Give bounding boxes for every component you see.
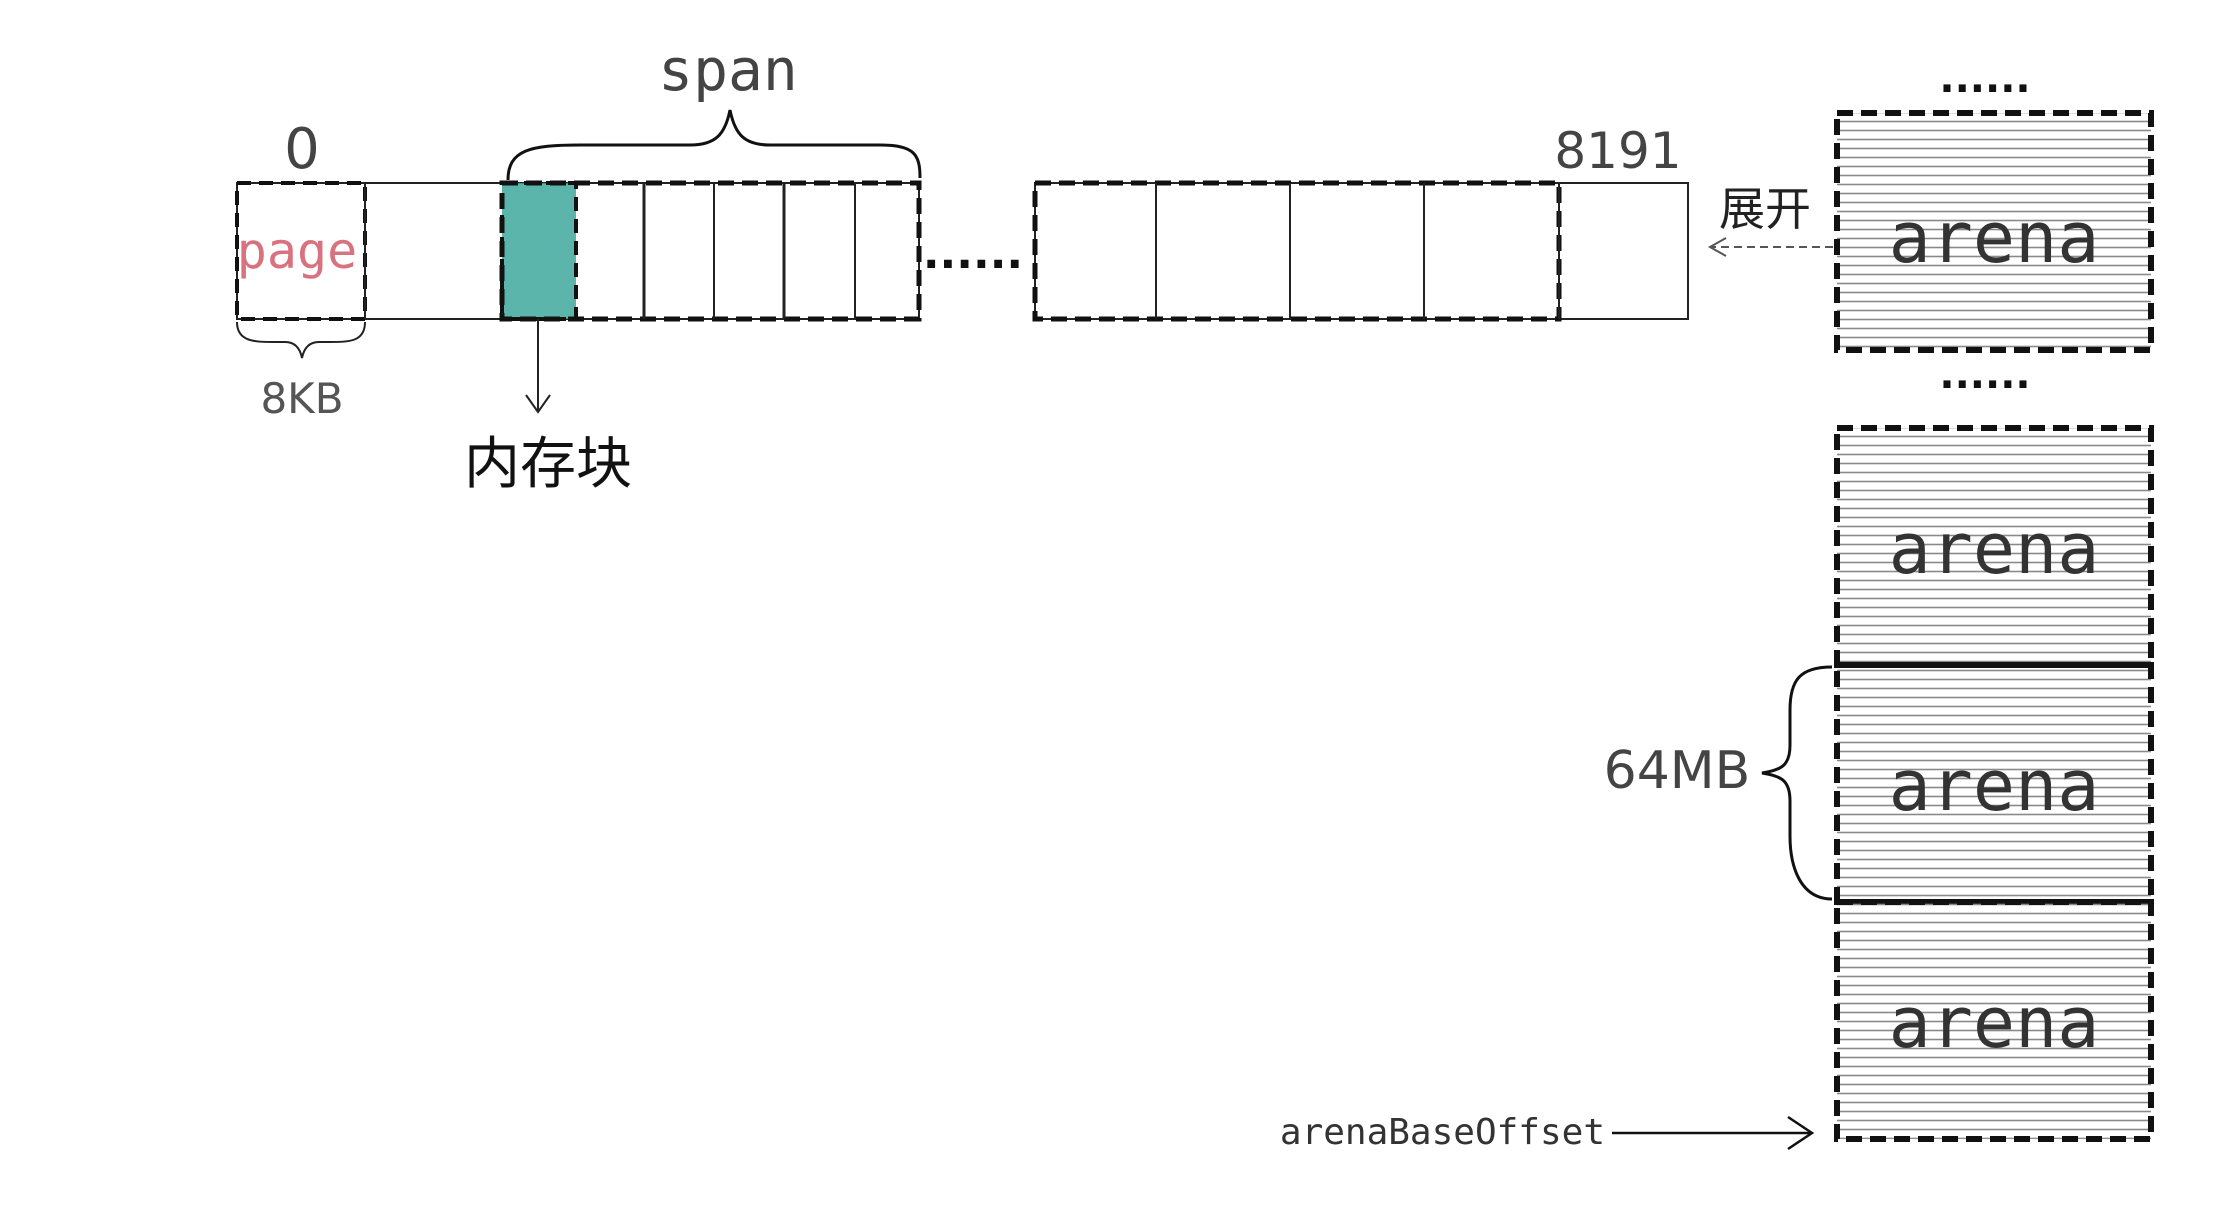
span-label: span <box>658 36 798 104</box>
start-index-label: 0 <box>284 117 320 182</box>
arena-label: arena <box>1889 982 2100 1064</box>
right-span-cells <box>1032 180 1562 322</box>
ellipsis-top: ...... <box>1939 56 2030 102</box>
page-size-brace <box>236 321 366 359</box>
page-size-label: 8KB <box>260 374 343 423</box>
arena-size-brace <box>1761 665 1833 901</box>
expand-label: 展开 <box>1719 182 1811 236</box>
row-ellipsis: ...... <box>923 228 1023 279</box>
arena-size-label: 64MB <box>1604 741 1751 801</box>
ellipsis-middle: ...... <box>1939 352 2030 398</box>
span-brace <box>506 109 922 181</box>
arena-label: arena <box>1889 197 2100 279</box>
page-label: page <box>237 222 357 280</box>
memory-block-label: 内存块 <box>464 432 632 497</box>
arena-base-offset-label: arenaBaseOffset <box>1280 1112 1605 1153</box>
arena-label: arena <box>1889 508 2100 590</box>
end-index-label: 8191 <box>1554 122 1681 180</box>
page-array-right-outline <box>1034 182 1689 320</box>
memory-block-highlight <box>500 181 578 321</box>
arena-label: arena <box>1889 745 2100 827</box>
arena-memory-diagram: 0 page 8KB span 内存块 ...... 8191 展开 .....… <box>235 36 2154 1153</box>
